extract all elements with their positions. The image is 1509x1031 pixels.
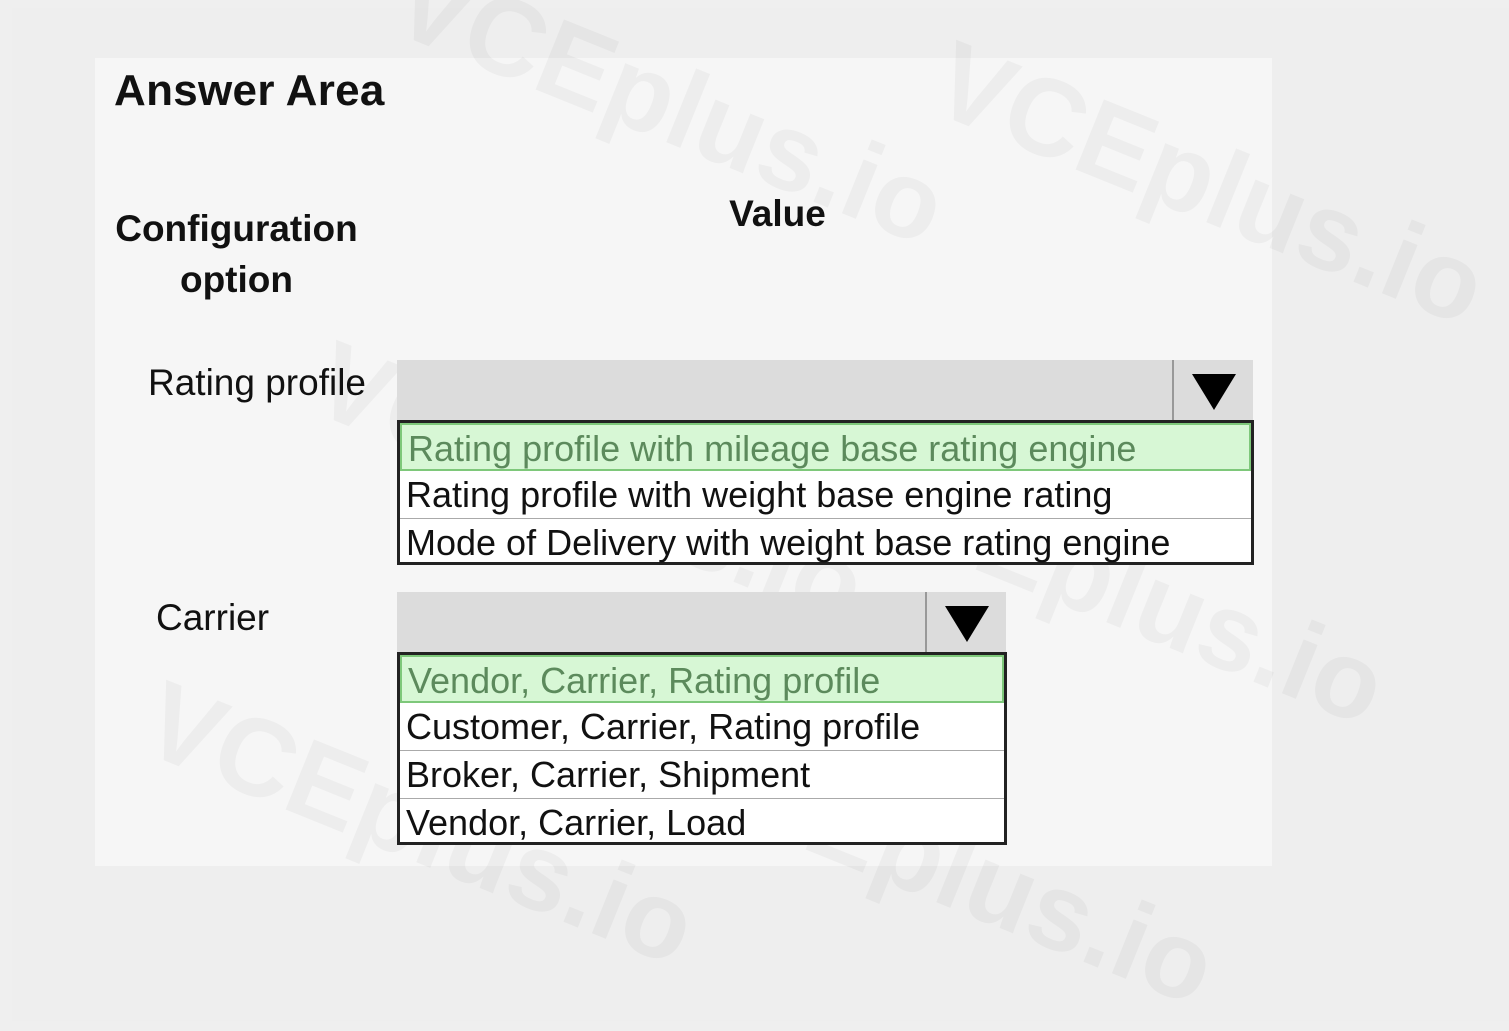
rating-profile-dropdown[interactable]: Rating profile with mileage base rating …: [397, 360, 1254, 565]
rating-profile-option[interactable]: Rating profile with weight base engine r…: [400, 471, 1251, 519]
triangle-down-icon: [944, 606, 989, 642]
carrier-dropdown-toggle[interactable]: [925, 592, 1006, 652]
config-option-header: Configuration option: [104, 203, 369, 305]
carrier-options-list: Vendor, Carrier, Rating profile Customer…: [397, 652, 1007, 845]
carrier-label: Carrier: [156, 597, 270, 638]
value-header: Value: [729, 193, 826, 234]
rating-profile-option[interactable]: Rating profile with mileage base rating …: [400, 423, 1251, 471]
rating-profile-dropdown-toggle[interactable]: [1172, 360, 1253, 420]
carrier-dropdown-header[interactable]: [397, 592, 1006, 652]
config-option-header-line1: Configuration: [115, 208, 358, 249]
rating-profile-dropdown-header[interactable]: [397, 360, 1253, 420]
carrier-option[interactable]: Vendor, Carrier, Rating profile: [400, 655, 1004, 703]
config-option-header-line2: option: [179, 259, 293, 300]
carrier-dropdown[interactable]: Vendor, Carrier, Rating profile Customer…: [397, 592, 1007, 845]
triangle-down-icon: [1191, 374, 1236, 410]
rating-profile-label: Rating profile: [148, 362, 367, 403]
carrier-option[interactable]: Customer, Carrier, Rating profile: [400, 703, 1004, 751]
answer-area-title: Answer Area: [114, 66, 385, 115]
rating-profile-options-list: Rating profile with mileage base rating …: [397, 420, 1254, 565]
rating-profile-option[interactable]: Mode of Delivery with weight base rating…: [400, 519, 1251, 567]
carrier-option[interactable]: Vendor, Carrier, Load: [400, 799, 1004, 847]
carrier-option[interactable]: Broker, Carrier, Shipment: [400, 751, 1004, 799]
